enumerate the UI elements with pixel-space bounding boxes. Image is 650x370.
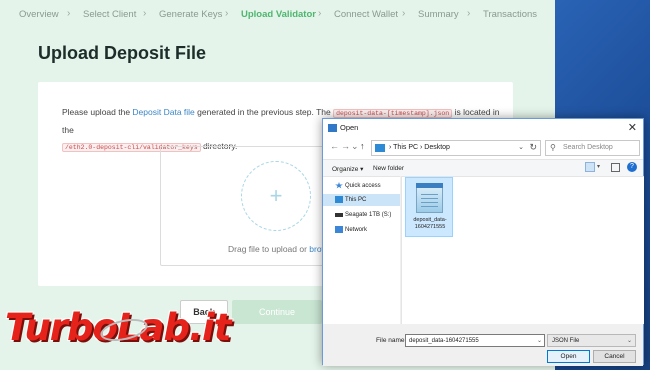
desc-text: generated in the previous step. The bbox=[194, 107, 334, 117]
file-name-label: File name: bbox=[376, 337, 407, 344]
back-arrow-icon[interactable]: ← bbox=[330, 141, 339, 151]
chevron-right-icon: › bbox=[143, 8, 147, 19]
notepad-file-icon bbox=[416, 183, 443, 213]
open-button[interactable]: Open bbox=[547, 350, 590, 363]
open-file-dialog: Open ✕ ← → ⌄ ↑ › This PC › Desktop ⌄ ↻ ⚲… bbox=[322, 118, 644, 366]
preview-pane-icon[interactable] bbox=[611, 163, 620, 172]
cancel-button[interactable]: Cancel bbox=[593, 350, 636, 363]
search-icon: ⚲ bbox=[550, 143, 556, 152]
dialog-titlebar: Open ✕ bbox=[323, 119, 643, 137]
nav-pane: Quick access This PC Seagate 1TB (S:) Ne… bbox=[323, 176, 400, 324]
sidebar-item-label: Quick access bbox=[345, 183, 381, 189]
watermark-logo: TurboLab.it bbox=[5, 306, 231, 349]
chevron-right-icon: › bbox=[467, 8, 471, 19]
step-generate-keys[interactable]: Generate Keys bbox=[159, 9, 222, 20]
network-icon bbox=[335, 226, 343, 233]
file-list: deposit_data-1604271555 bbox=[401, 176, 644, 324]
sidebar-item-label: Network bbox=[345, 227, 368, 233]
new-folder-button[interactable]: New folder bbox=[373, 165, 404, 172]
computer-icon bbox=[335, 196, 343, 203]
step-nav: Overview › Select Client › Generate Keys… bbox=[0, 0, 555, 30]
forward-arrow-icon[interactable]: → bbox=[341, 141, 350, 151]
address-bar[interactable]: › This PC › Desktop ⌄ ↻ bbox=[371, 140, 541, 156]
close-icon[interactable]: ✕ bbox=[628, 121, 637, 134]
search-input[interactable]: ⚲ Search Desktop bbox=[545, 140, 640, 156]
file-type-value: JSON File bbox=[552, 338, 580, 344]
step-overview[interactable]: Overview bbox=[19, 9, 59, 20]
step-summary[interactable]: Summary bbox=[418, 9, 459, 20]
chevron-right-icon: › bbox=[67, 8, 71, 19]
file-name-input[interactable]: deposit_data-1604271555 ⌄ bbox=[405, 334, 545, 347]
step-upload-validator[interactable]: Upload Validator bbox=[241, 9, 316, 20]
desc-text: Please upload the bbox=[62, 107, 133, 117]
sidebar-item-quick-access[interactable]: Quick access bbox=[323, 180, 400, 192]
dialog-title: Open bbox=[340, 123, 359, 132]
chevron-right-icon: › bbox=[225, 8, 229, 19]
this-pc-icon bbox=[375, 144, 385, 152]
step-connect-wallet[interactable]: Connect Wallet bbox=[334, 9, 398, 20]
continue-button[interactable]: Continue bbox=[232, 300, 322, 324]
file-name: deposit_data-1604271555 bbox=[413, 217, 447, 230]
sidebar-item-this-pc[interactable]: This PC bbox=[323, 194, 400, 206]
chevron-down-icon[interactable]: ⌄ bbox=[537, 337, 542, 344]
plus-icon[interactable]: + bbox=[241, 161, 311, 231]
drive-icon bbox=[335, 213, 343, 217]
page-title: Upload Deposit File bbox=[38, 43, 207, 63]
dialog-footer: File name: deposit_data-1604271555 ⌄ JSO… bbox=[323, 324, 643, 366]
dropzone-label: Drag file to upload or bbox=[228, 244, 310, 254]
chevron-right-icon: › bbox=[402, 8, 406, 19]
step-select-client[interactable]: Select Client bbox=[83, 9, 136, 20]
folder-icon bbox=[328, 124, 337, 132]
chevron-right-icon: › bbox=[318, 8, 322, 19]
dialog-navbar: ← → ⌄ ↑ › This PC › Desktop ⌄ ↻ ⚲ Search… bbox=[323, 137, 643, 159]
search-placeholder: Search Desktop bbox=[563, 144, 613, 151]
refresh-icon[interactable]: ↻ bbox=[529, 142, 537, 153]
sidebar-item-network[interactable]: Network bbox=[323, 224, 400, 236]
star-icon bbox=[335, 182, 343, 189]
chevron-down-icon: ⌄ bbox=[626, 338, 632, 344]
dialog-toolbar: Organize ▾ New folder ▾ ? bbox=[323, 159, 643, 176]
file-name-value: deposit_data-1604271555 bbox=[409, 338, 479, 344]
filename-code: deposit-data-[timestamp].json bbox=[333, 109, 453, 118]
file-type-select[interactable]: JSON File ⌄ bbox=[547, 334, 636, 347]
file-item[interactable]: deposit_data-1604271555 bbox=[405, 177, 453, 237]
help-icon[interactable]: ? bbox=[627, 162, 637, 172]
organize-menu[interactable]: Organize ▾ bbox=[332, 165, 363, 173]
recent-locations-icon[interactable]: ⌄ bbox=[351, 141, 359, 152]
step-transactions[interactable]: Transactions bbox=[483, 9, 537, 20]
view-dropdown-icon[interactable]: ▾ bbox=[597, 163, 600, 170]
sidebar-item-label: Seagate 1TB (S:) bbox=[345, 212, 392, 218]
address-path: › This PC › Desktop bbox=[389, 144, 450, 151]
deposit-data-link[interactable]: Deposit Data file bbox=[132, 107, 194, 117]
sidebar-item-seagate[interactable]: Seagate 1TB (S:) bbox=[323, 209, 400, 221]
view-icon[interactable] bbox=[585, 162, 595, 172]
chevron-down-icon[interactable]: ⌄ bbox=[518, 143, 524, 151]
up-arrow-icon[interactable]: ↑ bbox=[360, 141, 365, 151]
sidebar-item-label: This PC bbox=[345, 197, 367, 203]
